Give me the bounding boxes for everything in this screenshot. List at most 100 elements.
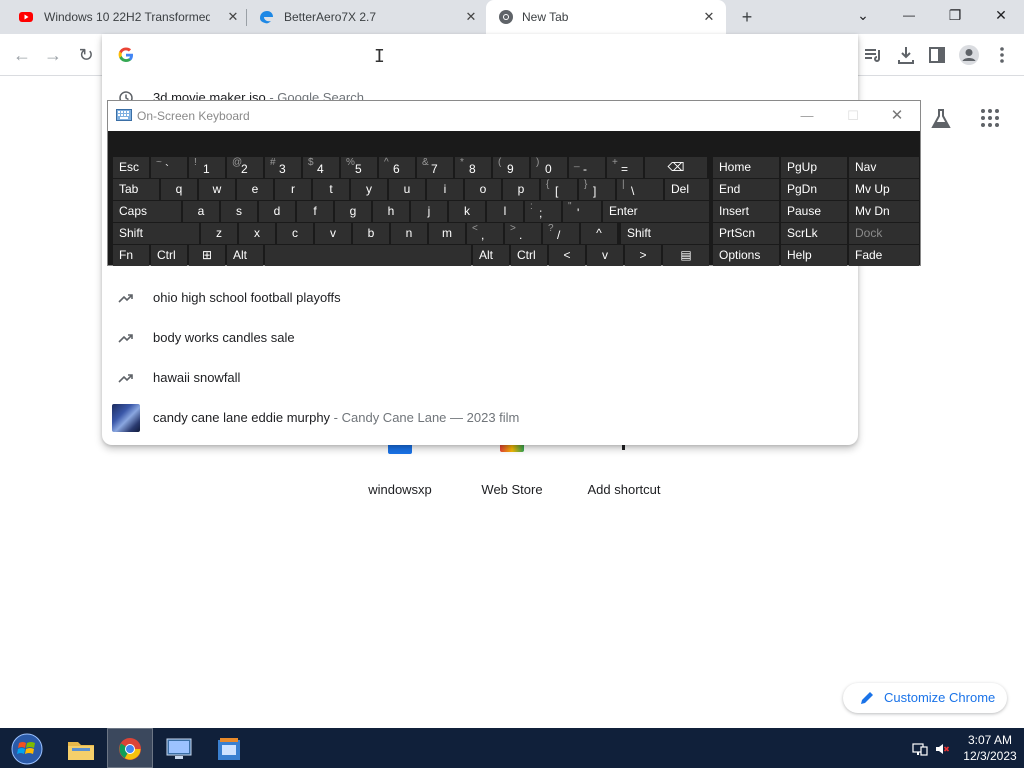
osk-key[interactable]: x xyxy=(239,223,275,244)
osk-key[interactable]: n xyxy=(391,223,427,244)
osk-key[interactable]: l xyxy=(487,201,523,222)
osk-key[interactable]: * 8 xyxy=(455,157,491,178)
osk-key[interactable]: z xyxy=(201,223,237,244)
osk-key[interactable]: > xyxy=(625,245,661,266)
osk-key[interactable]: t xyxy=(313,179,349,200)
new-tab-button[interactable]: + xyxy=(736,6,758,28)
suggestion-row[interactable]: hawaii snowfall xyxy=(102,358,858,398)
taskbar-active-chrome[interactable] xyxy=(107,728,153,768)
osk-key[interactable]: % 5 xyxy=(341,157,377,178)
osk-key[interactable]: o xyxy=(465,179,501,200)
osk-nav-key[interactable]: Dock xyxy=(849,223,919,244)
osk-key[interactable]: f xyxy=(297,201,333,222)
osk-key[interactable]: ^ 6 xyxy=(379,157,415,178)
osk-key[interactable]: Shift xyxy=(621,223,709,244)
osk-nav-key[interactable]: PgDn xyxy=(781,179,847,200)
osk-key[interactable]: | \ xyxy=(617,179,663,200)
osk-key[interactable]: ) 0 xyxy=(531,157,567,178)
shortcut-windowsxp-icon[interactable] xyxy=(388,444,412,454)
osk-key[interactable]: Alt xyxy=(473,245,509,266)
osk-key[interactable]: s xyxy=(221,201,257,222)
osk-nav-key[interactable]: Help xyxy=(781,245,847,266)
customize-chrome-button[interactable]: Customize Chrome xyxy=(843,683,1007,713)
restore-button[interactable]: ❐ xyxy=(932,0,978,30)
osk-key[interactable]: i xyxy=(427,179,463,200)
osk-key[interactable]: Del xyxy=(665,179,709,200)
osk-minimize-button[interactable]: — xyxy=(784,105,830,127)
osk-key[interactable]: Caps xyxy=(113,201,181,222)
osk-key[interactable]: ~ ` xyxy=(151,157,187,178)
osk-nav-key[interactable]: ScrLk xyxy=(781,223,847,244)
osk-key[interactable]: v xyxy=(315,223,351,244)
close-icon[interactable]: ✕ xyxy=(226,10,240,24)
osk-nav-key[interactable]: End xyxy=(713,179,779,200)
osk-key[interactable]: Tab xyxy=(113,179,159,200)
osk-key[interactable]: + = xyxy=(607,157,643,178)
osk-key[interactable]: k xyxy=(449,201,485,222)
osk-key[interactable]: ? / xyxy=(543,223,579,244)
osk-key[interactable]: (9 xyxy=(493,157,529,178)
osk-key[interactable]: r xyxy=(275,179,311,200)
back-button[interactable]: ← xyxy=(11,44,33,66)
shortcut-label[interactable]: Add shortcut xyxy=(574,482,674,497)
osk-key[interactable]: y xyxy=(351,179,387,200)
app-icon[interactable] xyxy=(214,732,244,766)
tab-youtube[interactable]: Windows 10 22H2 Transformed ✕ xyxy=(0,0,246,34)
osk-key[interactable]: d xyxy=(259,201,295,222)
tab-search-button[interactable]: ⌄ xyxy=(840,0,886,30)
osk-key[interactable]: >. xyxy=(505,223,541,244)
osk-key[interactable]: g xyxy=(335,201,371,222)
osk-key[interactable]: ▤ xyxy=(663,245,709,266)
osk-key[interactable]: }] xyxy=(579,179,615,200)
osk-key[interactable]: @2 xyxy=(227,157,263,178)
osk-key[interactable]: < xyxy=(549,245,585,266)
minimize-button[interactable]: — xyxy=(886,0,932,30)
profile-avatar-icon[interactable] xyxy=(958,44,980,66)
osk-key[interactable]: & 7 xyxy=(417,157,453,178)
osk-key[interactable]: ⊞ xyxy=(189,245,225,266)
download-icon[interactable] xyxy=(895,44,917,66)
tab-betteraero[interactable]: BetterAero7X 2.7 ✕ xyxy=(246,0,486,34)
close-icon[interactable]: ✕ xyxy=(702,10,716,24)
osk-key[interactable]: Alt xyxy=(227,245,263,266)
shortcut-label[interactable]: Web Store xyxy=(462,482,562,497)
osk-nav-key[interactable]: Options xyxy=(713,245,779,266)
omnibox-input[interactable]: I xyxy=(102,34,858,76)
osk-key[interactable]: c xyxy=(277,223,313,244)
osk-key[interactable]: Ctrl xyxy=(511,245,547,266)
osk-key[interactable]: m xyxy=(429,223,465,244)
tray-clock[interactable]: 3:07 AM 12/3/2023 xyxy=(960,732,1020,764)
labs-flask-icon[interactable] xyxy=(930,108,952,130)
osk-key[interactable]: j xyxy=(411,201,447,222)
osk-key[interactable]: a xyxy=(183,201,219,222)
osk-key[interactable]: {[ xyxy=(541,179,577,200)
osk-key[interactable]: " ' xyxy=(563,201,601,222)
close-window-button[interactable]: ✕ xyxy=(978,0,1024,30)
osk-maximize-button[interactable]: ☐ xyxy=(830,105,876,127)
volume-muted-icon[interactable] xyxy=(934,741,950,757)
tab-new-tab[interactable]: New Tab ✕ xyxy=(486,0,726,34)
osk-key[interactable]: $4 xyxy=(303,157,339,178)
osk-key[interactable]: #3 xyxy=(265,157,301,178)
osk-key[interactable]: v xyxy=(587,245,623,266)
file-explorer-icon[interactable] xyxy=(66,732,96,766)
osk-key[interactable]: ! 1 xyxy=(189,157,225,178)
osk-key[interactable]: u xyxy=(389,179,425,200)
osk-nav-key[interactable]: PgUp xyxy=(781,157,847,178)
osk-key[interactable]: Esc xyxy=(113,157,149,178)
network-icon[interactable] xyxy=(912,741,928,757)
osk-key[interactable]: ^ xyxy=(581,223,617,244)
osk-nav-key[interactable]: Pause xyxy=(781,201,847,222)
osk-key[interactable]: h xyxy=(373,201,409,222)
osk-key[interactable]: p xyxy=(503,179,539,200)
osk-key[interactable]: q xyxy=(161,179,197,200)
osk-nav-key[interactable]: Insert xyxy=(713,201,779,222)
osk-titlebar[interactable]: On-Screen Keyboard — ☐ ✕ xyxy=(108,101,920,131)
shortcut-webstore-icon[interactable] xyxy=(500,444,524,452)
osk-key[interactable]: _ - xyxy=(569,157,605,178)
osk-nav-key[interactable]: Fade xyxy=(849,245,919,266)
osk-key[interactable]: :; xyxy=(525,201,561,222)
osk-key[interactable]: Enter xyxy=(603,201,709,222)
osk-nav-key[interactable]: Mv Up xyxy=(849,179,919,200)
osk-key[interactable]: Shift xyxy=(113,223,199,244)
